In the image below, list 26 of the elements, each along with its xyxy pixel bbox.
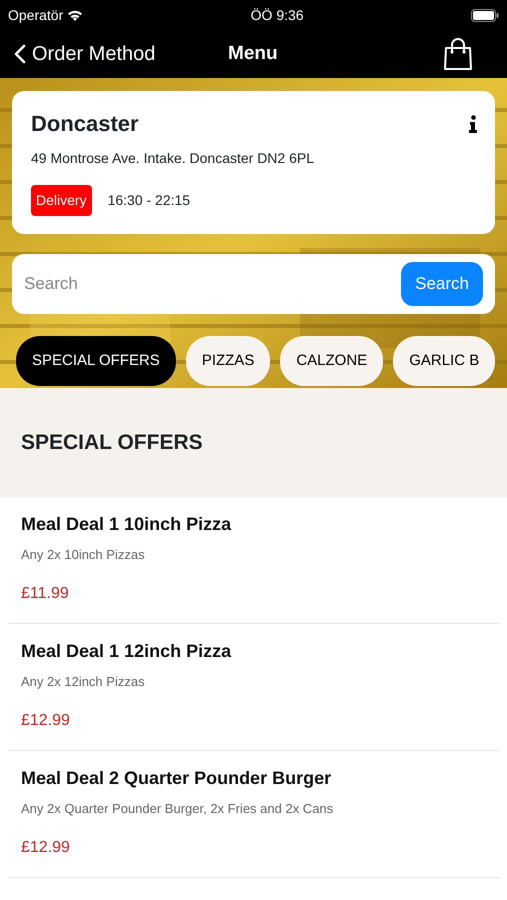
info-icon[interactable] <box>469 114 477 132</box>
category-tab[interactable]: SPECIAL OFFERS <box>16 336 176 386</box>
item-name[interactable]: Meal Deal 1 12inch Pizza <box>21 638 487 665</box>
search-button[interactable]: Search <box>401 262 483 306</box>
status-time: ÖÖ 9:36 <box>250 6 304 24</box>
item-name[interactable]: Meal Deal 1 10inch Pizza <box>21 511 487 538</box>
back-button[interactable]: Order Method <box>14 39 156 69</box>
item-description: Any 2x 12inch Pizzas <box>21 673 146 691</box>
page-title: Menu <box>228 42 278 66</box>
item-price: £11.99 <box>21 584 70 604</box>
item-description: Any 2x 10inch Pizzas <box>21 546 146 564</box>
wifi-icon <box>67 9 84 21</box>
shopping-bag-icon[interactable] <box>443 37 473 71</box>
delivery-badge: Delivery <box>31 185 92 216</box>
store-address: 49 Montrose Ave. Intake. Doncaster DN2 6PL <box>31 149 316 168</box>
item-price: £12.99 <box>21 710 71 730</box>
opening-hours: 16:30 - 22:15 <box>108 191 190 210</box>
chevron-left-icon <box>14 44 26 64</box>
item-price: £12.99 <box>21 838 71 858</box>
store-name: Doncaster <box>31 110 139 138</box>
battery-icon <box>470 8 499 22</box>
section-title: SPECIAL OFFERS <box>21 430 203 456</box>
item-description: Any 2x Quarter Pounder Burger, 2x Fries and 2x Cans <box>21 800 334 818</box>
item-name[interactable]: Meal Deal 2 Quarter Pounder Burger <box>21 765 487 792</box>
search-field[interactable]: Search Search <box>12 254 495 314</box>
carrier-label: Operatör <box>8 6 64 25</box>
